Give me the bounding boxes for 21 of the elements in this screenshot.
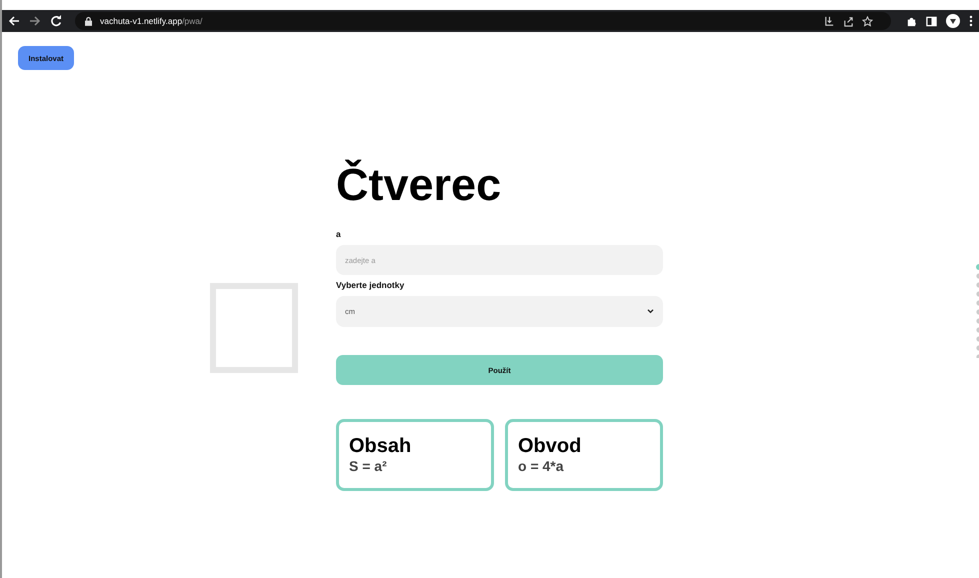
url-path: /pwa/ [182,16,202,26]
card-title: Obsah [349,434,412,458]
lock-icon [85,16,92,26]
address-bar[interactable]: vachuta-v1.netlify.app/pwa/ [75,12,891,30]
unit-label: Vyberte jednotky [336,280,406,291]
back-icon[interactable] [8,15,20,27]
card-formula: S = a² [349,458,388,475]
download-icon[interactable] [824,16,835,26]
share-icon[interactable] [843,16,854,26]
card-title: Obvod [518,434,582,458]
menu-icon[interactable] [969,15,973,27]
profile-icon[interactable] [946,14,960,28]
url-host: vachuta-v1.netlify.app [100,16,182,26]
card-formula: o = 4*a [518,458,565,475]
side-panel-icon[interactable] [926,16,937,26]
side-label: a [336,229,342,240]
forward-icon[interactable] [29,15,41,27]
chevron-icon [647,309,654,314]
star-icon[interactable] [862,16,873,26]
page-title: Čtverec [336,158,502,212]
reload-icon[interactable] [50,15,62,27]
